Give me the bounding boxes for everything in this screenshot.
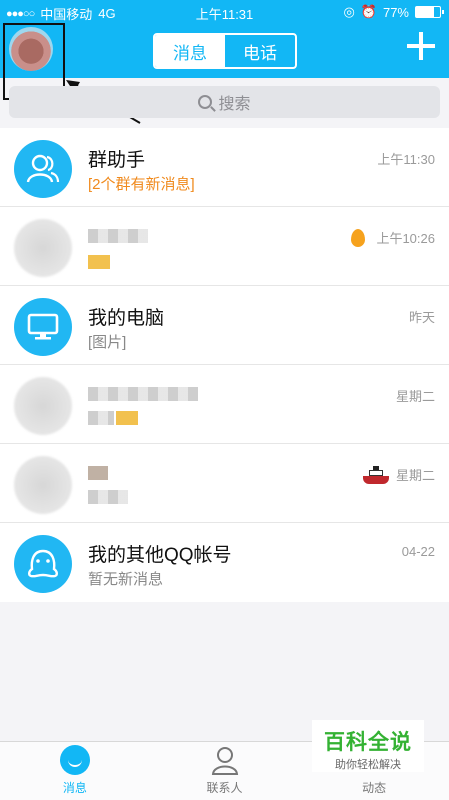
blurred-name: [88, 466, 108, 480]
other-accounts-icon: [14, 535, 72, 593]
conversation-list: 群助手 [2个群有新消息] 上午11:30 上午10:26 我的电脑 [图片] …: [0, 128, 449, 602]
blurred-preview: [88, 490, 128, 504]
blurred-preview: [88, 411, 114, 425]
contact-avatar-blurred: [14, 456, 72, 514]
tab-contacts[interactable]: 联系人: [150, 742, 300, 800]
people-icon: [26, 154, 60, 183]
flame-icon: [351, 229, 365, 247]
conversation-preview: [2个群有新消息]: [88, 176, 195, 193]
conversation-row-my-computer[interactable]: 我的电脑 [图片] 昨天: [0, 286, 449, 365]
message-icon: [59, 745, 90, 775]
conversation-time: 上午11:30: [377, 152, 435, 167]
conversation-row-other-accounts[interactable]: 我的其他QQ帐号 暂无新消息 04-22: [0, 523, 449, 602]
computer-icon: [27, 313, 59, 340]
contacts-icon: [211, 747, 238, 775]
conversation-title: 我的其他QQ帐号: [88, 545, 232, 566]
conversation-time: 上午10:26: [376, 231, 435, 246]
watermark-logo: 百科全说 助你轻松解决: [312, 720, 424, 772]
blurred-name: [88, 387, 198, 401]
tab-label: 消息: [62, 781, 87, 795]
conversation-preview: 暂无新消息: [88, 571, 164, 588]
blurred-preview-chip: [116, 411, 138, 425]
conversation-row-contact[interactable]: 星期二: [0, 365, 449, 444]
conversation-time: 星期二: [395, 468, 435, 483]
group-assistant-icon: [14, 140, 72, 198]
conversation-title: 群助手: [88, 150, 146, 171]
tab-label: 动态: [362, 781, 387, 795]
watermark-subtitle: 助你轻松解决: [335, 759, 401, 771]
search-bar[interactable]: 搜索: [9, 86, 440, 118]
conversation-preview: [图片]: [88, 334, 127, 351]
watermark-title: 百科全说: [324, 731, 412, 754]
qq-messages-screen: ●●●○○ 中国移动 4G 上午11:31 ◎ ⏰ 77% 消息 电话 搜索 群…: [0, 0, 449, 800]
blurred-preview: [88, 255, 110, 269]
conversation-time: 昨天: [408, 310, 435, 325]
penguin-outline-icon: [28, 549, 58, 578]
tab-messages-bottom[interactable]: 消息: [0, 742, 150, 800]
search-icon: [198, 95, 213, 109]
conversation-row-contact[interactable]: 上午10:26: [0, 207, 449, 286]
conversation-row-contact[interactable]: 星期二: [0, 444, 449, 523]
search-placeholder: 搜索: [218, 96, 251, 113]
blurred-name: [88, 229, 148, 243]
conversation-title: 我的电脑: [88, 308, 165, 329]
conversation-row-group-assistant[interactable]: 群助手 [2个群有新消息] 上午11:30: [0, 128, 449, 207]
conversation-time: 04-22: [401, 544, 435, 559]
contact-avatar-blurred: [14, 219, 72, 277]
conversation-time: 星期二: [395, 389, 435, 404]
ship-icon: [363, 466, 389, 484]
tab-label: 联系人: [206, 781, 243, 795]
contact-avatar-blurred: [14, 377, 72, 435]
annotation-arrow: [66, 80, 141, 124]
monitor-icon: [14, 298, 72, 356]
